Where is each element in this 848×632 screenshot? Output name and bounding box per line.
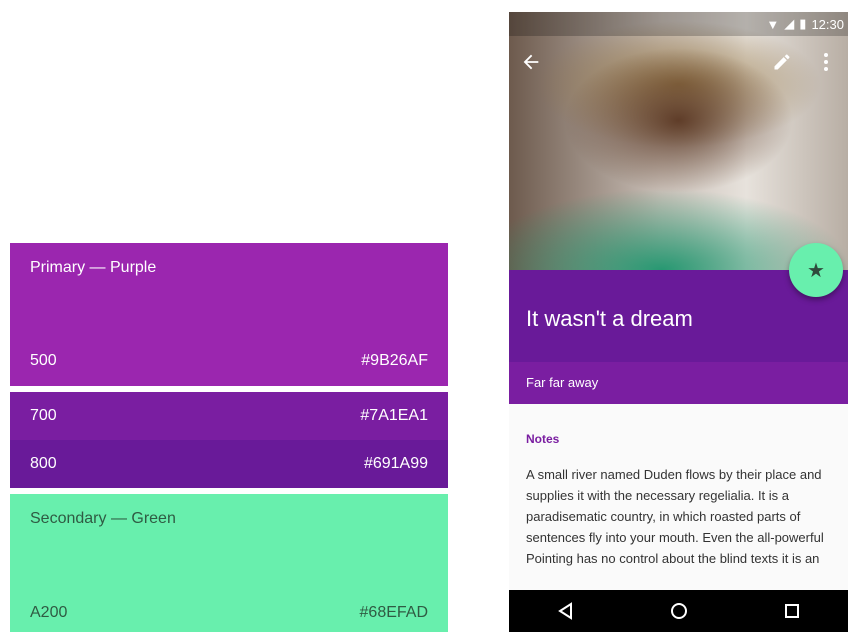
home-circle-icon[interactable] bbox=[654, 590, 704, 632]
notes-body: A small river named Duden flows by their… bbox=[526, 467, 824, 566]
arrow-back-icon[interactable] bbox=[509, 40, 553, 84]
detail-subtitle: Far far away bbox=[509, 362, 848, 404]
shade-hex-a200: #68EFAD bbox=[359, 604, 428, 621]
shade-name-500: 500 bbox=[30, 352, 57, 369]
shade-name-800: 800 bbox=[30, 455, 57, 472]
star-icon: ★ bbox=[807, 259, 825, 282]
primary-800-swatch: 800 #691A99 bbox=[10, 440, 448, 488]
shade-hex-800: #691A99 bbox=[363, 455, 428, 472]
secondary-palette-title: Secondary — Green bbox=[30, 510, 176, 527]
secondary-a200-swatch: Secondary — Green A200 #68EFAD bbox=[10, 494, 448, 632]
primary-700-swatch: 700 #7A1EA1 bbox=[10, 392, 448, 440]
more-vert-icon[interactable] bbox=[804, 40, 848, 84]
status-time: 12:30 bbox=[811, 16, 844, 32]
back-triangle-icon[interactable] bbox=[541, 590, 591, 632]
app-bar bbox=[509, 36, 848, 88]
signal-icon: ◢ bbox=[784, 16, 795, 31]
shade-hex-500: #9B26AF bbox=[361, 352, 428, 369]
shade-name-a200: A200 bbox=[30, 604, 68, 621]
shade-name-700: 700 bbox=[30, 407, 57, 424]
primary-palette-title: Primary — Purple bbox=[30, 259, 157, 276]
detail-content: Notes A small river named Duden flows by… bbox=[509, 404, 848, 590]
phone-screen: ▼ ◢ ▮ 12:30 It wasn't a dream Far far aw… bbox=[509, 12, 848, 632]
primary-500-swatch: Primary — Purple 500 #9B26AF bbox=[10, 243, 448, 386]
battery-icon: ▮ bbox=[799, 16, 807, 31]
recents-square-icon[interactable] bbox=[767, 590, 817, 632]
system-nav-bar bbox=[509, 590, 848, 632]
favorite-fab[interactable]: ★ bbox=[789, 243, 843, 297]
status-bar: ▼ ◢ ▮ 12:30 bbox=[509, 12, 848, 36]
shade-hex-700: #7A1EA1 bbox=[360, 407, 428, 424]
wifi-icon: ▼ bbox=[766, 16, 780, 32]
notes-label: Notes bbox=[526, 432, 560, 446]
pencil-icon[interactable] bbox=[760, 40, 804, 84]
